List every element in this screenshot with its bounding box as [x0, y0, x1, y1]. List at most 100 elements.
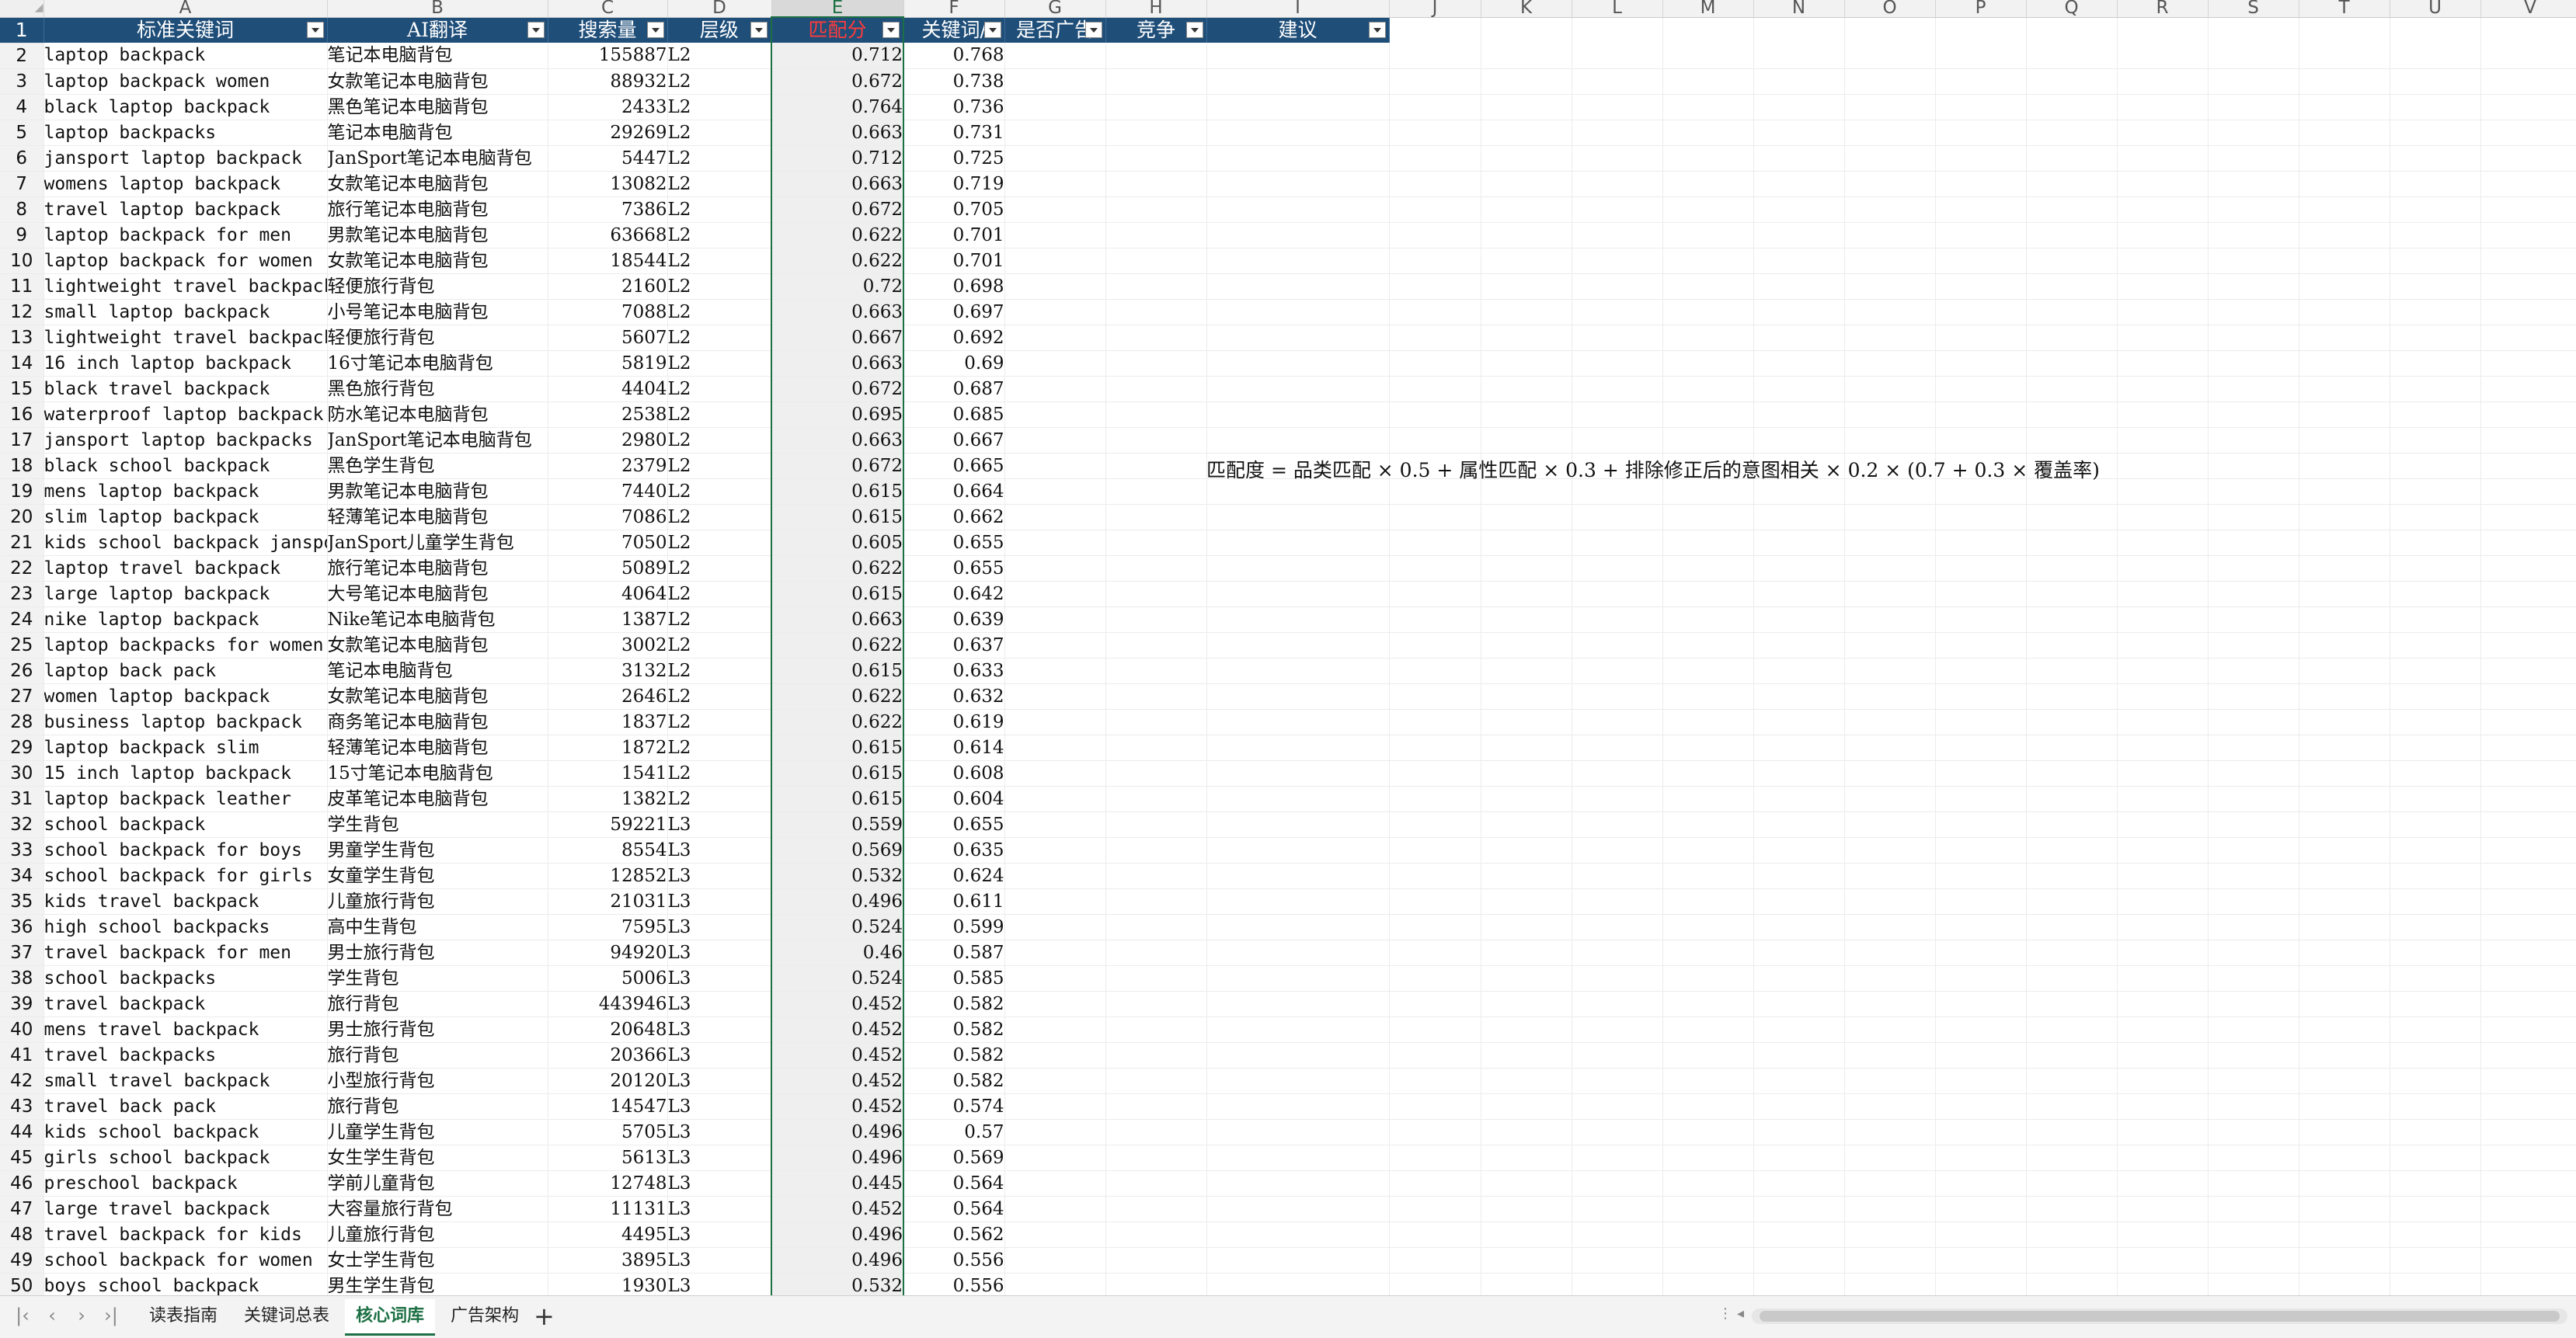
cell[interactable]: [1206, 735, 1390, 761]
cell[interactable]: [1389, 299, 1481, 325]
cell[interactable]: [1389, 606, 1481, 633]
keyword-cell[interactable]: 15 inch laptop backpack: [44, 760, 328, 787]
relevance-cell[interactable]: 0.582: [903, 991, 1005, 1017]
cell[interactable]: [2026, 581, 2118, 607]
search-volume-cell[interactable]: 1382: [548, 786, 668, 812]
level-cell[interactable]: L3: [667, 1093, 772, 1120]
cell[interactable]: [1389, 17, 1481, 43]
cell[interactable]: [1206, 1119, 1390, 1145]
level-cell[interactable]: L2: [667, 299, 772, 325]
filter-dropdown-icon[interactable]: [527, 21, 545, 38]
cell[interactable]: [1481, 299, 1572, 325]
cell[interactable]: [2390, 709, 2481, 735]
level-cell[interactable]: L2: [667, 478, 772, 505]
match-score-cell[interactable]: 0.559: [771, 811, 904, 838]
filter-dropdown-icon[interactable]: [1084, 21, 1102, 38]
relevance-cell[interactable]: 0.685: [903, 401, 1005, 428]
relevance-cell[interactable]: 0.624: [903, 863, 1005, 889]
cell[interactable]: [1206, 1093, 1390, 1120]
cell[interactable]: [2208, 94, 2299, 120]
level-cell[interactable]: L3: [667, 1222, 772, 1248]
cell[interactable]: [2208, 709, 2299, 735]
match-score-cell[interactable]: 0.524: [771, 965, 904, 992]
cell[interactable]: [1753, 991, 1845, 1017]
translation-cell[interactable]: 旅行笔记本电脑背包: [327, 196, 548, 223]
cell[interactable]: [2208, 760, 2299, 787]
keyword-cell[interactable]: kids school backpack: [44, 1119, 328, 1145]
keyword-cell[interactable]: slim laptop backpack: [44, 504, 328, 530]
search-volume-cell[interactable]: 18544: [548, 248, 668, 274]
cell[interactable]: [1935, 1196, 2027, 1222]
cell[interactable]: [1662, 581, 1754, 607]
keyword-cell[interactable]: women laptop backpack: [44, 683, 328, 710]
cell[interactable]: [2299, 17, 2390, 43]
cell[interactable]: [2208, 914, 2299, 940]
level-cell[interactable]: L2: [667, 171, 772, 197]
search-volume-cell[interactable]: 14547: [548, 1093, 668, 1120]
cell[interactable]: [1206, 991, 1390, 1017]
cell[interactable]: [1572, 401, 1663, 428]
cell[interactable]: [1206, 145, 1390, 172]
translation-cell[interactable]: 女款笔记本电脑背包: [327, 68, 548, 95]
row-number[interactable]: 25: [0, 632, 44, 659]
cell[interactable]: [2117, 965, 2209, 992]
translation-cell[interactable]: 皮革笔记本电脑背包: [327, 786, 548, 812]
level-cell[interactable]: L2: [667, 427, 772, 454]
cell[interactable]: [1206, 120, 1390, 146]
cell[interactable]: [1935, 658, 2027, 684]
column-header-o[interactable]: O: [1844, 0, 1936, 18]
formula-note[interactable]: 匹配度 = 品类匹配 × 0.5 + 属性匹配 × 0.3 + 排除修正后的意图…: [1206, 455, 2100, 483]
cell[interactable]: [1844, 1222, 1936, 1248]
cell[interactable]: [1105, 222, 1207, 248]
cell[interactable]: [2208, 1196, 2299, 1222]
cell[interactable]: [2480, 709, 2576, 735]
cell[interactable]: [2117, 350, 2209, 377]
cell[interactable]: [2299, 786, 2390, 812]
search-volume-cell[interactable]: 3132: [548, 658, 668, 684]
keyword-cell[interactable]: laptop backpack women: [44, 68, 328, 95]
cell[interactable]: [1389, 837, 1481, 864]
cell[interactable]: [1844, 17, 1936, 43]
cell[interactable]: [2299, 43, 2390, 69]
cell[interactable]: [1004, 325, 1106, 351]
column-header-t[interactable]: T: [2299, 0, 2390, 18]
cell[interactable]: [2390, 888, 2481, 915]
cell[interactable]: [2026, 1017, 2118, 1043]
search-volume-cell[interactable]: 1930: [548, 1273, 668, 1295]
cell[interactable]: [1004, 1145, 1106, 1171]
cell[interactable]: [2208, 120, 2299, 146]
cell[interactable]: [1105, 863, 1207, 889]
cell[interactable]: [2026, 145, 2118, 172]
cell[interactable]: [1004, 991, 1106, 1017]
cell[interactable]: [1572, 837, 1663, 864]
cell[interactable]: [2117, 1247, 2209, 1274]
cell[interactable]: [1662, 196, 1754, 223]
search-volume-cell[interactable]: 21031: [548, 888, 668, 915]
cell[interactable]: [2208, 43, 2299, 69]
header-cell-e[interactable]: 匹配分: [771, 17, 904, 43]
level-cell[interactable]: L3: [667, 1273, 772, 1295]
cell[interactable]: [2299, 683, 2390, 710]
cell[interactable]: [1844, 1017, 1936, 1043]
keyword-cell[interactable]: high school backpacks: [44, 914, 328, 940]
cell[interactable]: [2026, 888, 2118, 915]
cell[interactable]: [1753, 735, 1845, 761]
cell[interactable]: [1572, 965, 1663, 992]
translation-cell[interactable]: 旅行背包: [327, 991, 548, 1017]
match-score-cell[interactable]: 0.532: [771, 863, 904, 889]
keyword-cell[interactable]: travel back pack: [44, 1093, 328, 1120]
keyword-cell[interactable]: waterproof laptop backpack: [44, 401, 328, 428]
cell[interactable]: [2117, 427, 2209, 454]
cell[interactable]: [2299, 299, 2390, 325]
cell[interactable]: [1753, 273, 1845, 300]
cell[interactable]: [1935, 1017, 2027, 1043]
cell[interactable]: [1662, 273, 1754, 300]
row-number[interactable]: 13: [0, 325, 44, 351]
cell[interactable]: [2208, 735, 2299, 761]
horizontal-scrollbar[interactable]: [1752, 1308, 2567, 1324]
translation-cell[interactable]: 高中生背包: [327, 914, 548, 940]
cell[interactable]: [2480, 17, 2576, 43]
cell[interactable]: [1935, 325, 2027, 351]
cell[interactable]: [1753, 504, 1845, 530]
cell[interactable]: [1753, 811, 1845, 838]
